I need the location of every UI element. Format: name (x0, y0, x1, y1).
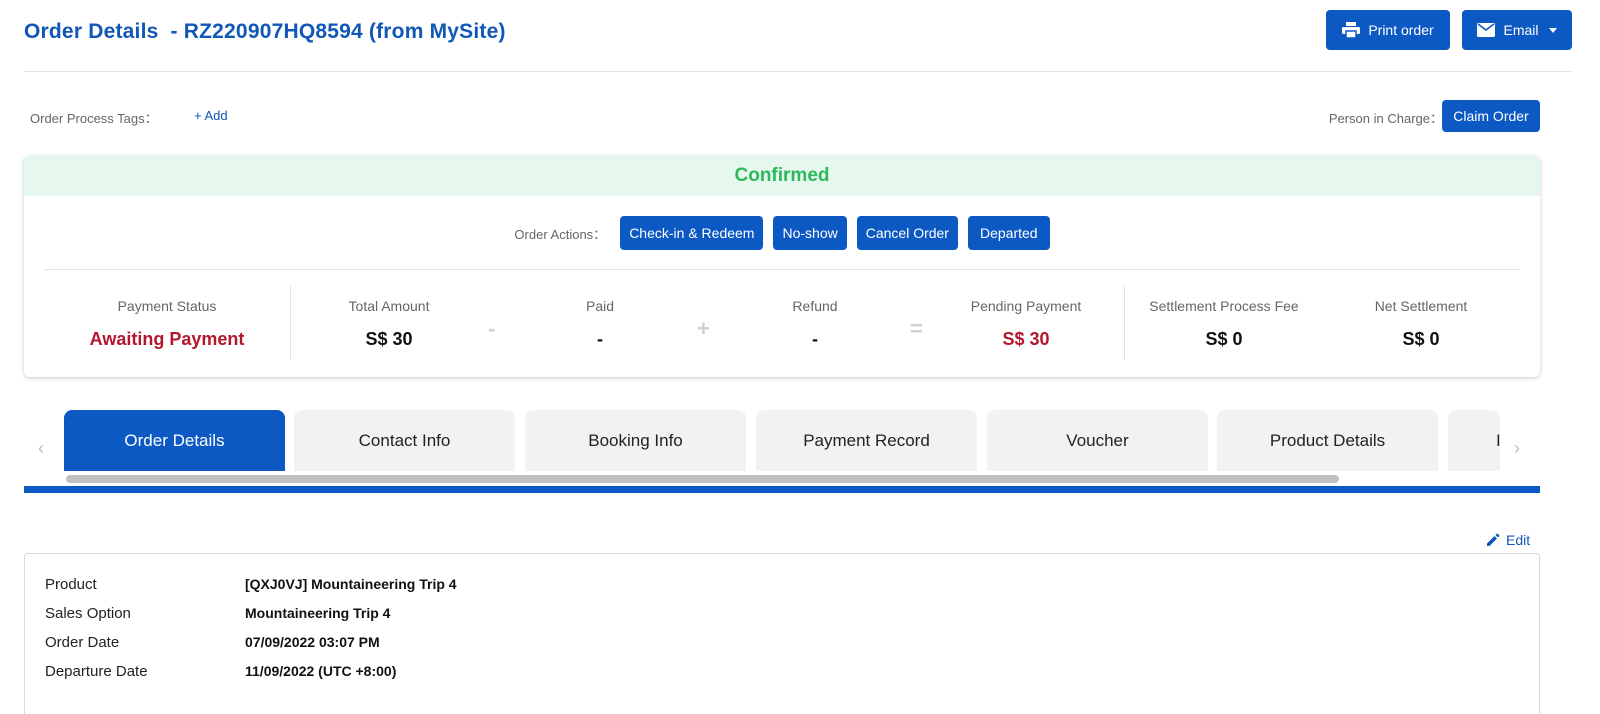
chevron-right-icon[interactable]: › (1514, 438, 1520, 459)
page-header: Order Details - RZ220907HQ8594 (from MyS… (24, 10, 1572, 72)
order-actions-label: Order Actions： (514, 226, 607, 242)
edit-button[interactable]: Edit (1486, 532, 1530, 548)
tabs-scrollbar[interactable] (66, 475, 1339, 483)
tab-contact-info[interactable]: Contact Info (294, 410, 515, 471)
printer-icon (1342, 22, 1361, 38)
payment-status-label: Payment Status (117, 298, 217, 314)
detail-label: Product (45, 576, 97, 593)
net-settlement-metric: Net Settlement S$ 0 (1311, 298, 1531, 350)
detail-row-product: Product [QXJ0VJ] Mountaineering Trip 4 (45, 576, 457, 593)
edit-label: Edit (1506, 532, 1531, 548)
tab-booking-info[interactable]: Booking Info (525, 410, 746, 471)
email-dropdown-button[interactable]: Email (1462, 10, 1572, 50)
paid-metric: Paid - (490, 298, 710, 350)
detail-label: Departure Date (45, 663, 148, 680)
net-settlement-value: S$ 0 (1402, 329, 1440, 349)
order-status-banner: Confirmed (24, 156, 1540, 196)
total-amount-metric: Total Amount S$ 30 (279, 298, 499, 350)
pending-payment-label: Pending Payment (970, 298, 1082, 314)
refund-metric: Refund - (705, 298, 925, 350)
tab-voucher[interactable]: Voucher (987, 410, 1208, 471)
payment-status-value: Awaiting Payment (89, 329, 245, 349)
total-amount-label: Total Amount (348, 298, 430, 314)
cancel-order-button[interactable]: Cancel Order (856, 216, 958, 250)
detail-value: Mountaineering Trip 4 (245, 605, 391, 621)
total-amount-value: S$ 30 (365, 329, 413, 349)
settlement-fee-value: S$ 0 (1205, 329, 1243, 349)
detail-label: Sales Option (45, 605, 131, 622)
print-order-label: Print order (1368, 22, 1434, 38)
add-tag-link[interactable]: + Add (194, 108, 228, 123)
net-settlement-label: Net Settlement (1374, 298, 1468, 314)
chevron-down-icon (1548, 27, 1557, 33)
paid-value: - (597, 329, 603, 349)
detail-row-sales-option: Sales Option Mountaineering Trip 4 (45, 605, 390, 622)
print-order-button[interactable]: Print order (1326, 10, 1450, 50)
detail-row-departure-date: Departure Date 11/09/2022 (UTC +8:00) (45, 663, 396, 680)
divider (44, 269, 1520, 270)
tab-product-details[interactable]: Product Details (1217, 410, 1438, 471)
page-title: Order Details - RZ220907HQ8594 (from MyS… (24, 20, 506, 43)
detail-value: 07/09/2022 03:07 PM (245, 634, 380, 650)
order-actions-row: Order Actions： Check-in & Redeem No-show… (24, 216, 1540, 250)
refund-value: - (812, 329, 818, 349)
pencil-icon (1486, 533, 1500, 547)
paid-label: Paid (585, 298, 615, 314)
email-label: Email (1503, 22, 1539, 38)
person-in-charge-label: Person in Charge： (1328, 111, 1443, 126)
pending-payment-metric: Pending Payment S$ 30 (916, 298, 1136, 350)
mail-icon (1477, 23, 1496, 37)
tab-partial[interactable]: I (1448, 410, 1500, 471)
check-in-redeem-button[interactable]: Check-in & Redeem (620, 216, 764, 250)
tab-payment-record[interactable]: Payment Record (756, 410, 977, 471)
detail-row-order-date: Order Date 07/09/2022 03:07 PM (45, 634, 380, 651)
no-show-button[interactable]: No-show (773, 216, 847, 250)
order-status-card: Confirmed Order Actions： Check-in & Rede… (24, 156, 1540, 377)
detail-label: Order Date (45, 634, 120, 651)
payment-status-metric: Payment Status Awaiting Payment (57, 298, 277, 350)
settlement-fee-metric: Settlement Process Fee S$ 0 (1114, 298, 1334, 350)
departed-button[interactable]: Departed (967, 216, 1050, 250)
tab-underline (24, 486, 1540, 493)
pending-payment-value: S$ 30 (1002, 329, 1050, 349)
detail-value: 11/09/2022 (UTC +8:00) (245, 663, 397, 679)
tab-bar: ‹ Order Details Contact Info Booking Inf… (24, 410, 1540, 494)
order-details-panel: Product [QXJ0VJ] Mountaineering Trip 4 S… (24, 553, 1540, 714)
claim-order-button[interactable]: Claim Order (1442, 100, 1540, 132)
tab-order-details[interactable]: Order Details (64, 410, 285, 471)
refund-label: Refund (792, 298, 838, 314)
chevron-left-icon[interactable]: ‹ (38, 438, 44, 459)
order-process-tags-label: Order Process Tags： (30, 111, 158, 126)
settlement-fee-label: Settlement Process Fee (1149, 298, 1299, 314)
detail-value: [QXJ0VJ] Mountaineering Trip 4 (245, 576, 457, 592)
